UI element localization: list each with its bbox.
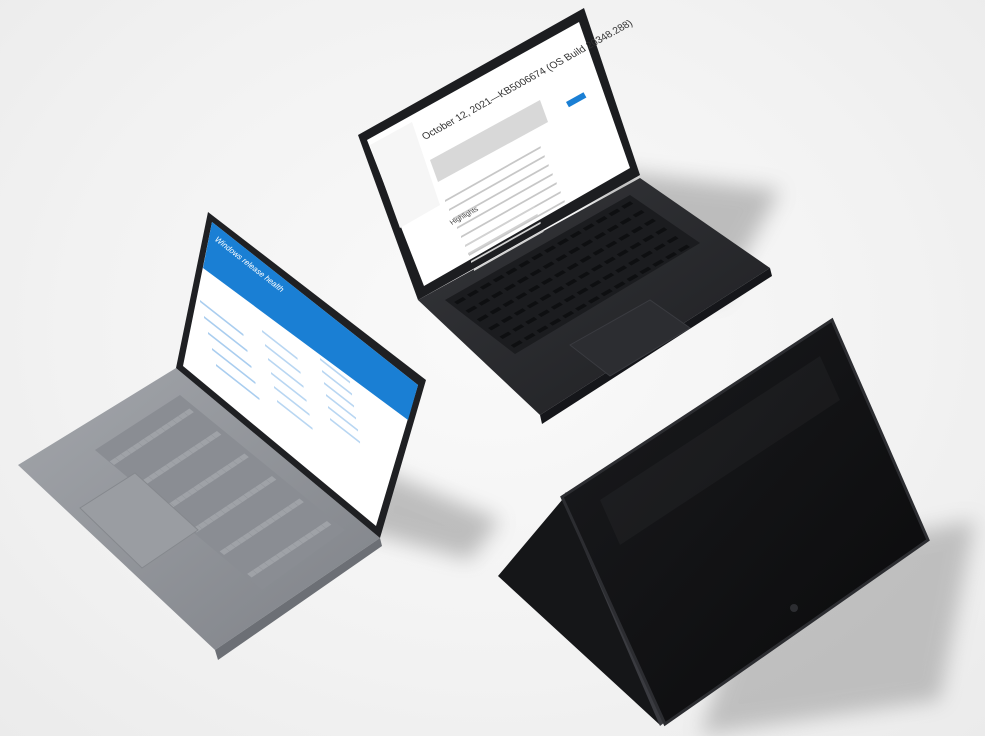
webcam-icon xyxy=(790,604,798,612)
laptops-illustration: October 12, 2021—KB5006674 (OS Build 203… xyxy=(18,8,975,735)
product-photo: October 12, 2021—KB5006674 (OS Build 203… xyxy=(0,0,985,736)
silver-laptop: Windows release health xyxy=(18,212,426,660)
